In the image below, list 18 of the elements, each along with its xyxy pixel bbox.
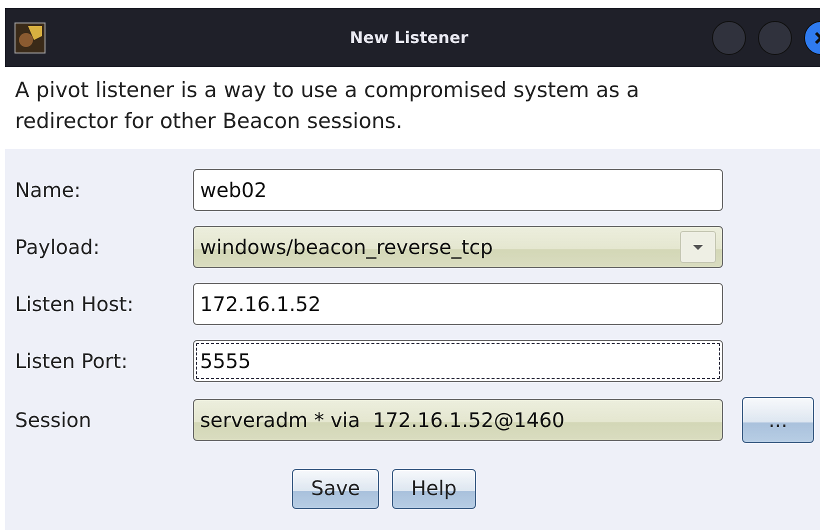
field-label: Session [15,408,92,432]
app-icon [14,22,46,54]
field-label: Name: [15,178,82,202]
help-button[interactable]: Help [392,469,476,509]
input-field[interactable]: 172.16.1.52 [193,283,723,325]
maximize-button[interactable] [758,20,792,54]
save-button[interactable]: Save [292,469,380,509]
payload-dropdown[interactable]: windows/beacon_reverse_tcp [193,226,723,268]
input-field[interactable]: web02 [193,169,723,211]
field-label: Listen Port: [15,349,129,373]
input-field[interactable]: 5555 [193,340,723,382]
minimize-button[interactable] [712,20,746,54]
description-text: A pivot listener is a way to use a compromised system as a redirector for other Beacon sessions. [5,67,820,149]
field-label: Payload: [15,235,101,259]
field-label: Listen Host: [15,292,135,316]
browse-button[interactable]: ... [742,397,814,443]
window-title: New Listener [348,28,470,47]
session-field[interactable]: serveradm * via 172.16.1.52@1460 [193,399,723,441]
